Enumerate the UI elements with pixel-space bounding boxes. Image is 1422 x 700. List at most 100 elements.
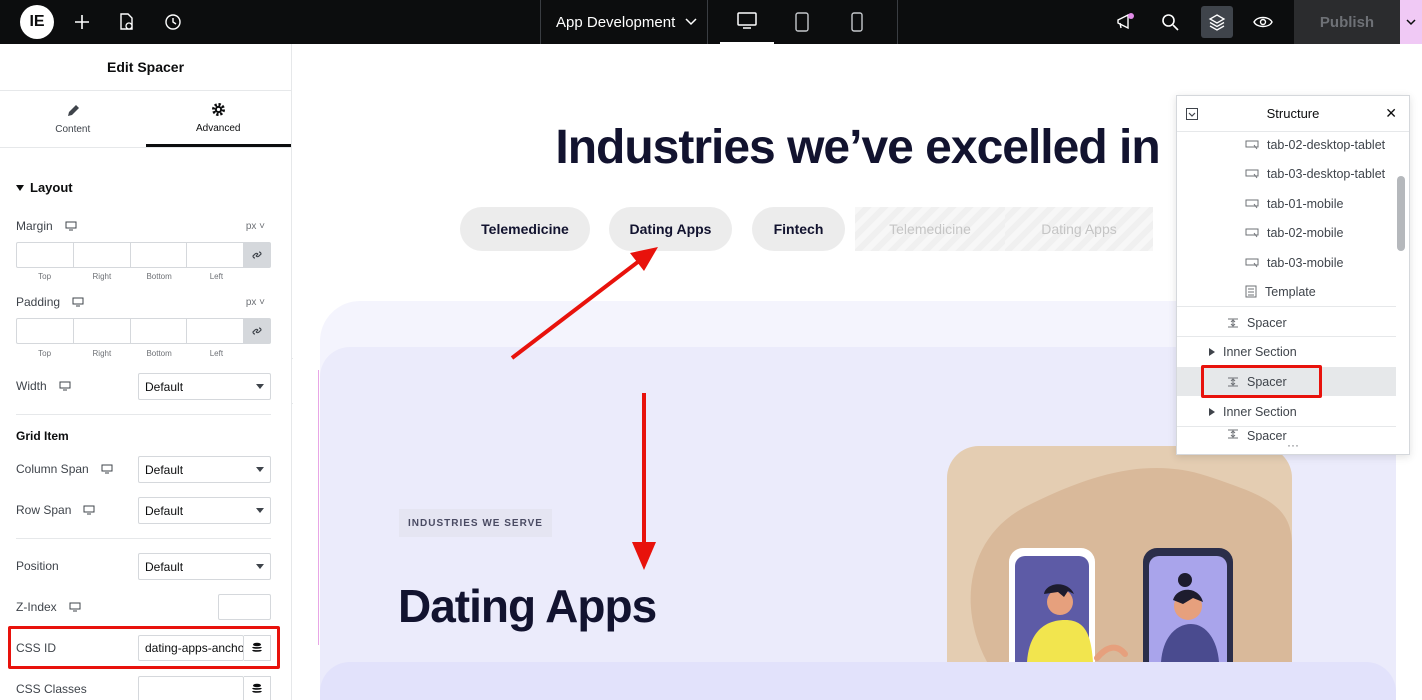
structure-item[interactable]: tab-02-desktop-tablet [1177,130,1396,159]
section-label: Layout [30,180,73,195]
caret-right-icon[interactable] [1209,407,1215,416]
caret-right-icon[interactable] [1209,347,1215,356]
structure-title: Structure [1266,106,1320,121]
width-select[interactable]: Default [138,373,271,400]
elementor-logo-icon[interactable]: IE [20,5,54,39]
position-select[interactable]: Default [138,553,271,580]
width-label: Width [16,379,71,393]
field-label: Width [16,379,47,393]
unit-select[interactable]: px ˅ [246,221,265,232]
margin-label: Margin [16,219,77,233]
spacer-icon [1228,318,1238,327]
padding-side-labels: Top Right Bottom Left [38,349,224,358]
divider [540,0,541,44]
css-classes-input[interactable] [138,676,244,700]
structure-menu-icon[interactable] [1186,108,1198,123]
tab-content[interactable]: Content [0,91,146,147]
desktop-responsive-icon[interactable] [69,602,81,612]
column-span-select[interactable]: Default [138,456,271,483]
tab-label: Advanced [196,122,241,134]
eye-icon[interactable] [1243,0,1283,44]
tab-advanced[interactable]: Advanced [145,91,291,147]
margin-top-input[interactable] [17,243,74,267]
history-icon[interactable] [153,0,193,44]
panel-tabs: Content Advanced [0,91,291,148]
structure-item[interactable]: Spacer [1177,308,1396,337]
structure-item[interactable]: Template [1177,277,1396,306]
widget-icon [1245,258,1259,267]
tablet-icon[interactable] [775,0,829,44]
page-title-dropdown[interactable]: App Development [556,0,697,44]
publish-button[interactable]: Publish [1294,0,1400,44]
gear-icon [211,102,225,116]
column-span-label: Column Span [16,462,113,476]
link-values-icon[interactable] [244,319,270,343]
structure-header: Structure ✕ [1177,96,1409,132]
padding-bottom-input[interactable] [131,319,188,343]
search-icon[interactable] [1150,0,1190,44]
close-icon[interactable]: ✕ [1385,105,1397,122]
desktop-icon[interactable] [720,0,774,44]
structure-item[interactable]: tab-03-desktop-tablet [1177,159,1396,188]
highlight-box [8,626,280,669]
caret-down-icon [16,184,24,191]
dropdown-arrow-icon [256,508,264,513]
position-label: Position [16,559,59,573]
z-index-input[interactable] [218,594,271,620]
dropdown-arrow-icon [256,564,264,569]
padding-inputs[interactable] [16,318,271,344]
margin-side-labels: Top Right Bottom Left [38,272,224,281]
layers-icon[interactable] [1201,6,1233,38]
divider [16,538,271,539]
template-icon [1245,285,1257,298]
desktop-responsive-icon[interactable] [101,464,113,474]
desktop-responsive-icon[interactable] [72,297,84,307]
margin-inputs[interactable] [16,242,271,268]
plus-icon[interactable] [62,0,102,44]
padding-top-input[interactable] [17,319,74,343]
row-span-label: Row Span [16,503,95,517]
page-settings-icon[interactable] [106,0,146,44]
widget-icon [1245,199,1259,208]
field-label: Column Span [16,462,89,476]
desktop-responsive-icon[interactable] [83,505,95,515]
section-layout-toggle[interactable]: Layout [16,180,73,195]
structure-panel: Structure ✕ tab-02-desktop-tablet tab-03… [1176,95,1410,455]
grid-item-heading: Grid Item [16,429,69,443]
structure-item[interactable]: tab-02-mobile [1177,218,1396,247]
margin-right-input[interactable] [74,243,131,267]
desktop-responsive-icon[interactable] [59,381,71,391]
chevron-down-icon [685,18,697,26]
structure-scrollbar[interactable] [1397,176,1405,251]
structure-item[interactable]: Inner Section [1177,337,1396,366]
widget-icon [1245,169,1259,178]
structure-item[interactable]: tab-01-mobile [1177,189,1396,218]
margin-left-input[interactable] [187,243,244,267]
field-label: Z-Index [16,600,57,614]
widget-icon [1245,140,1259,149]
pencil-icon [67,104,79,116]
padding-left-input[interactable] [187,319,244,343]
panel-title: Edit Spacer [0,44,291,91]
row-span-select[interactable]: Default [138,497,271,524]
spacer-icon [1228,429,1238,439]
publish-options-chevron-icon[interactable] [1400,0,1422,44]
divider [707,0,708,44]
z-index-label: Z-Index [16,600,81,614]
structure-item[interactable]: tab-03-mobile [1177,248,1396,277]
structure-item[interactable]: Inner Section [1177,397,1396,426]
field-label: Margin [16,219,53,233]
mobile-icon[interactable] [830,0,884,44]
resize-handle-icon[interactable]: ··· [1177,439,1409,454]
megaphone-icon[interactable] [1105,0,1145,44]
margin-bottom-input[interactable] [131,243,188,267]
highlight-box [1201,365,1322,398]
field-label: Row Span [16,503,72,517]
dynamic-tags-icon[interactable] [244,676,271,700]
top-bar: IE App Development Publish [0,0,1422,44]
divider [897,0,898,44]
desktop-responsive-icon[interactable] [65,221,77,231]
unit-select[interactable]: px ˅ [246,297,265,308]
link-values-icon[interactable] [244,243,270,267]
padding-right-input[interactable] [74,319,131,343]
